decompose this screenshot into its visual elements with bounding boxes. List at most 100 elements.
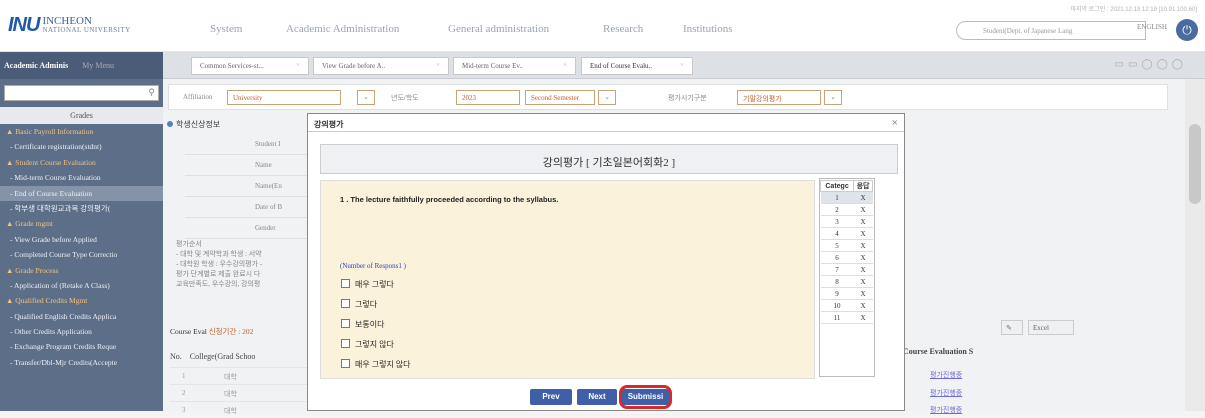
sidebar-section-title: Grades <box>0 107 163 124</box>
sidebar-group[interactable]: ▲ Basic Payroll Information <box>0 124 163 139</box>
language-select[interactable]: ENGLISH <box>1137 23 1167 31</box>
category-header: Categc <box>819 180 855 192</box>
option-neutral[interactable]: 보통이다 <box>341 319 384 330</box>
eval-status-link[interactable]: 평가진행중 <box>930 370 962 380</box>
last-login-text: 마지막 로그인 : 2021.12.13 12:19 [10.91.100.60… <box>1070 7 1197 13</box>
sidebar-tab-academic[interactable]: Academic Adminis <box>4 61 68 70</box>
category-number: 6 <box>820 251 854 264</box>
sidebar-group[interactable]: ▲ Grade mgmt <box>0 216 163 231</box>
sidebar-item[interactable]: - 학부생 대학원교과목 강의평가( <box>0 201 163 216</box>
sidebar-item[interactable]: - Certificate registration(stdnt) <box>0 139 163 154</box>
category-number: 8 <box>820 275 854 288</box>
tab-view-grade[interactable]: View Grade before A.. × <box>313 57 449 75</box>
response-header: 응답 <box>853 180 873 192</box>
logo-sub: NATIONAL UNIVERSITY <box>42 25 131 34</box>
app-header: INU INCHEON NATIONAL UNIVERSITY System Ac… <box>0 0 1205 52</box>
tab-common-services[interactable]: Common Services-st... × <box>191 57 309 75</box>
close-icon[interactable]: × <box>892 117 898 129</box>
response-mark: X <box>853 191 873 204</box>
category-number: 4 <box>820 227 854 240</box>
response-mark: X <box>853 275 873 288</box>
question-panel: 1 . The lecture faithfully proceeded acc… <box>320 180 815 379</box>
semester-select[interactable]: Second Semester <box>525 90 595 105</box>
sidebar-tab-my-menu[interactable]: My Menu <box>82 61 114 70</box>
eval-status-link[interactable]: 평가진행중 <box>930 405 962 415</box>
nav-institutions[interactable]: Institutions <box>683 23 733 35</box>
response-mark: X <box>853 203 873 216</box>
chevron-down-icon[interactable]: ⌄ <box>357 90 375 105</box>
question-text: 1 . The lecture faithfully proceeded acc… <box>340 195 559 204</box>
category-row[interactable]: 6X <box>820 251 873 264</box>
close-icon[interactable]: × <box>680 61 684 69</box>
year-input[interactable]: 2023 <box>456 90 520 105</box>
lecture-evaluation-modal: 강의평가 × 강의평가 [ 기초일본어회화2 ] 1 . The lecture… <box>307 113 905 411</box>
logo-mark: INU <box>8 14 40 36</box>
search-icon[interactable]: ⚲ <box>148 87 155 98</box>
category-row[interactable]: 10 X <box>820 299 873 312</box>
power-icon[interactable]: ⏻ <box>1176 19 1198 41</box>
logo-name: INCHEON <box>42 14 92 27</box>
response-mark: X <box>853 299 873 312</box>
nav-system[interactable]: System <box>210 23 242 35</box>
option-strongly-agree[interactable]: 매우 그렇다 <box>341 279 394 290</box>
checkbox[interactable] <box>341 359 350 368</box>
university-logo[interactable]: INU INCHEON NATIONAL UNIVERSITY <box>8 14 131 37</box>
category-row[interactable]: 1X <box>820 191 873 204</box>
category-table: Categc 응답 1 X 2 X 3 X 4 X 5 X 6 X 7 X 8 X 9 X 10 X 11 X <box>819 180 873 324</box>
tab-mid-term-eval[interactable]: Mid-term Course Ev.. × <box>453 57 576 75</box>
category-number: 10 <box>820 299 854 312</box>
sidebar-item[interactable]: - View Grade before Applied <box>0 232 163 247</box>
nav-general-administration[interactable]: General administration <box>448 23 549 35</box>
checkbox[interactable] <box>341 319 350 328</box>
checkbox[interactable] <box>341 279 350 288</box>
excel-button[interactable]: Excel <box>1028 320 1074 335</box>
prev-button[interactable]: Prev <box>530 389 572 405</box>
nav-academic-administration[interactable]: Academic Administration <box>286 23 399 35</box>
category-row[interactable]: 9X <box>820 287 873 300</box>
sidebar-group[interactable]: ▲ Student Course Evaluation <box>0 155 163 170</box>
scrollbar-thumb[interactable] <box>1189 124 1201 204</box>
tab-end-of-course-eval[interactable]: End of Course Evalu.. × <box>581 57 693 75</box>
sidebar-search-input[interactable]: ⚲ <box>4 85 159 101</box>
category-row[interactable]: 11 X <box>820 311 873 324</box>
course-eval-title: Course Eval 신청기간 : 202 <box>170 327 254 336</box>
sidebar-item[interactable]: - Qualified English Credits Applica <box>0 309 163 324</box>
category-row[interactable]: 8X <box>820 275 873 288</box>
close-icon[interactable]: × <box>436 61 440 69</box>
category-row[interactable]: 2X <box>820 203 873 216</box>
chevron-down-icon[interactable]: ⌄ <box>824 90 842 105</box>
sidebar-item[interactable]: - End of Course Evaluation <box>0 185 163 201</box>
category-row[interactable]: 4X <box>820 227 873 240</box>
checkbox[interactable] <box>341 299 350 308</box>
category-row[interactable]: 7X <box>820 263 873 276</box>
response-mark: X <box>853 311 873 324</box>
checkbox[interactable] <box>341 339 350 348</box>
tab-tools-icons[interactable]: ▭▭◯◯◯ <box>1115 59 1187 70</box>
close-icon[interactable]: × <box>563 61 567 69</box>
sidebar-group[interactable]: ▲ Qualified Credits Mgmt <box>0 293 163 308</box>
option-agree[interactable]: 그렇다 <box>341 299 377 310</box>
pencil-icon[interactable]: ✎ <box>1001 320 1023 335</box>
next-button[interactable]: Next <box>577 389 617 405</box>
category-row[interactable]: 3X <box>820 215 873 228</box>
role-select[interactable]: Student(Dept. of Japanese Lang <box>956 21 1146 40</box>
chevron-down-icon[interactable]: ⌄ <box>598 90 616 105</box>
evaluation-notice: 평가순서 - 대학 및 계약학과 학생 : 서약 - 대학원 학생 : 우수강의평가… <box>176 240 263 288</box>
nav-research[interactable]: Research <box>603 23 643 35</box>
eval-status-link[interactable]: 평가진행중 <box>930 388 962 398</box>
page-scrollbar[interactable] <box>1185 79 1205 411</box>
affiliation-select[interactable]: University <box>227 90 341 105</box>
sidebar-item[interactable]: - Exchange Program Credits Reque <box>0 339 163 354</box>
option-strongly-disagree[interactable]: 매우 그렇지 않다 <box>341 359 411 370</box>
option-disagree[interactable]: 그렇지 않다 <box>341 339 394 350</box>
period-select[interactable]: 기말강의평가 <box>737 90 821 105</box>
sidebar-item[interactable]: - Mid-term Course Evaluation <box>0 170 163 185</box>
sidebar-item[interactable]: - Other Credits Application <box>0 324 163 339</box>
sidebar-item[interactable]: - Transfer/Dbl-Mjr Credits(Accepte <box>0 355 163 370</box>
filter-bar: Affiliation University ⌄ 년도/학도 2023 Seco… <box>168 84 1168 110</box>
close-icon[interactable]: × <box>296 61 300 69</box>
sidebar-group[interactable]: ▲ Grade Process <box>0 263 163 278</box>
category-row[interactable]: 5X <box>820 239 873 252</box>
sidebar-item[interactable]: - Completed Course Type Correctio <box>0 247 163 262</box>
sidebar-item[interactable]: - Application of (Retake A Class) <box>0 278 163 293</box>
